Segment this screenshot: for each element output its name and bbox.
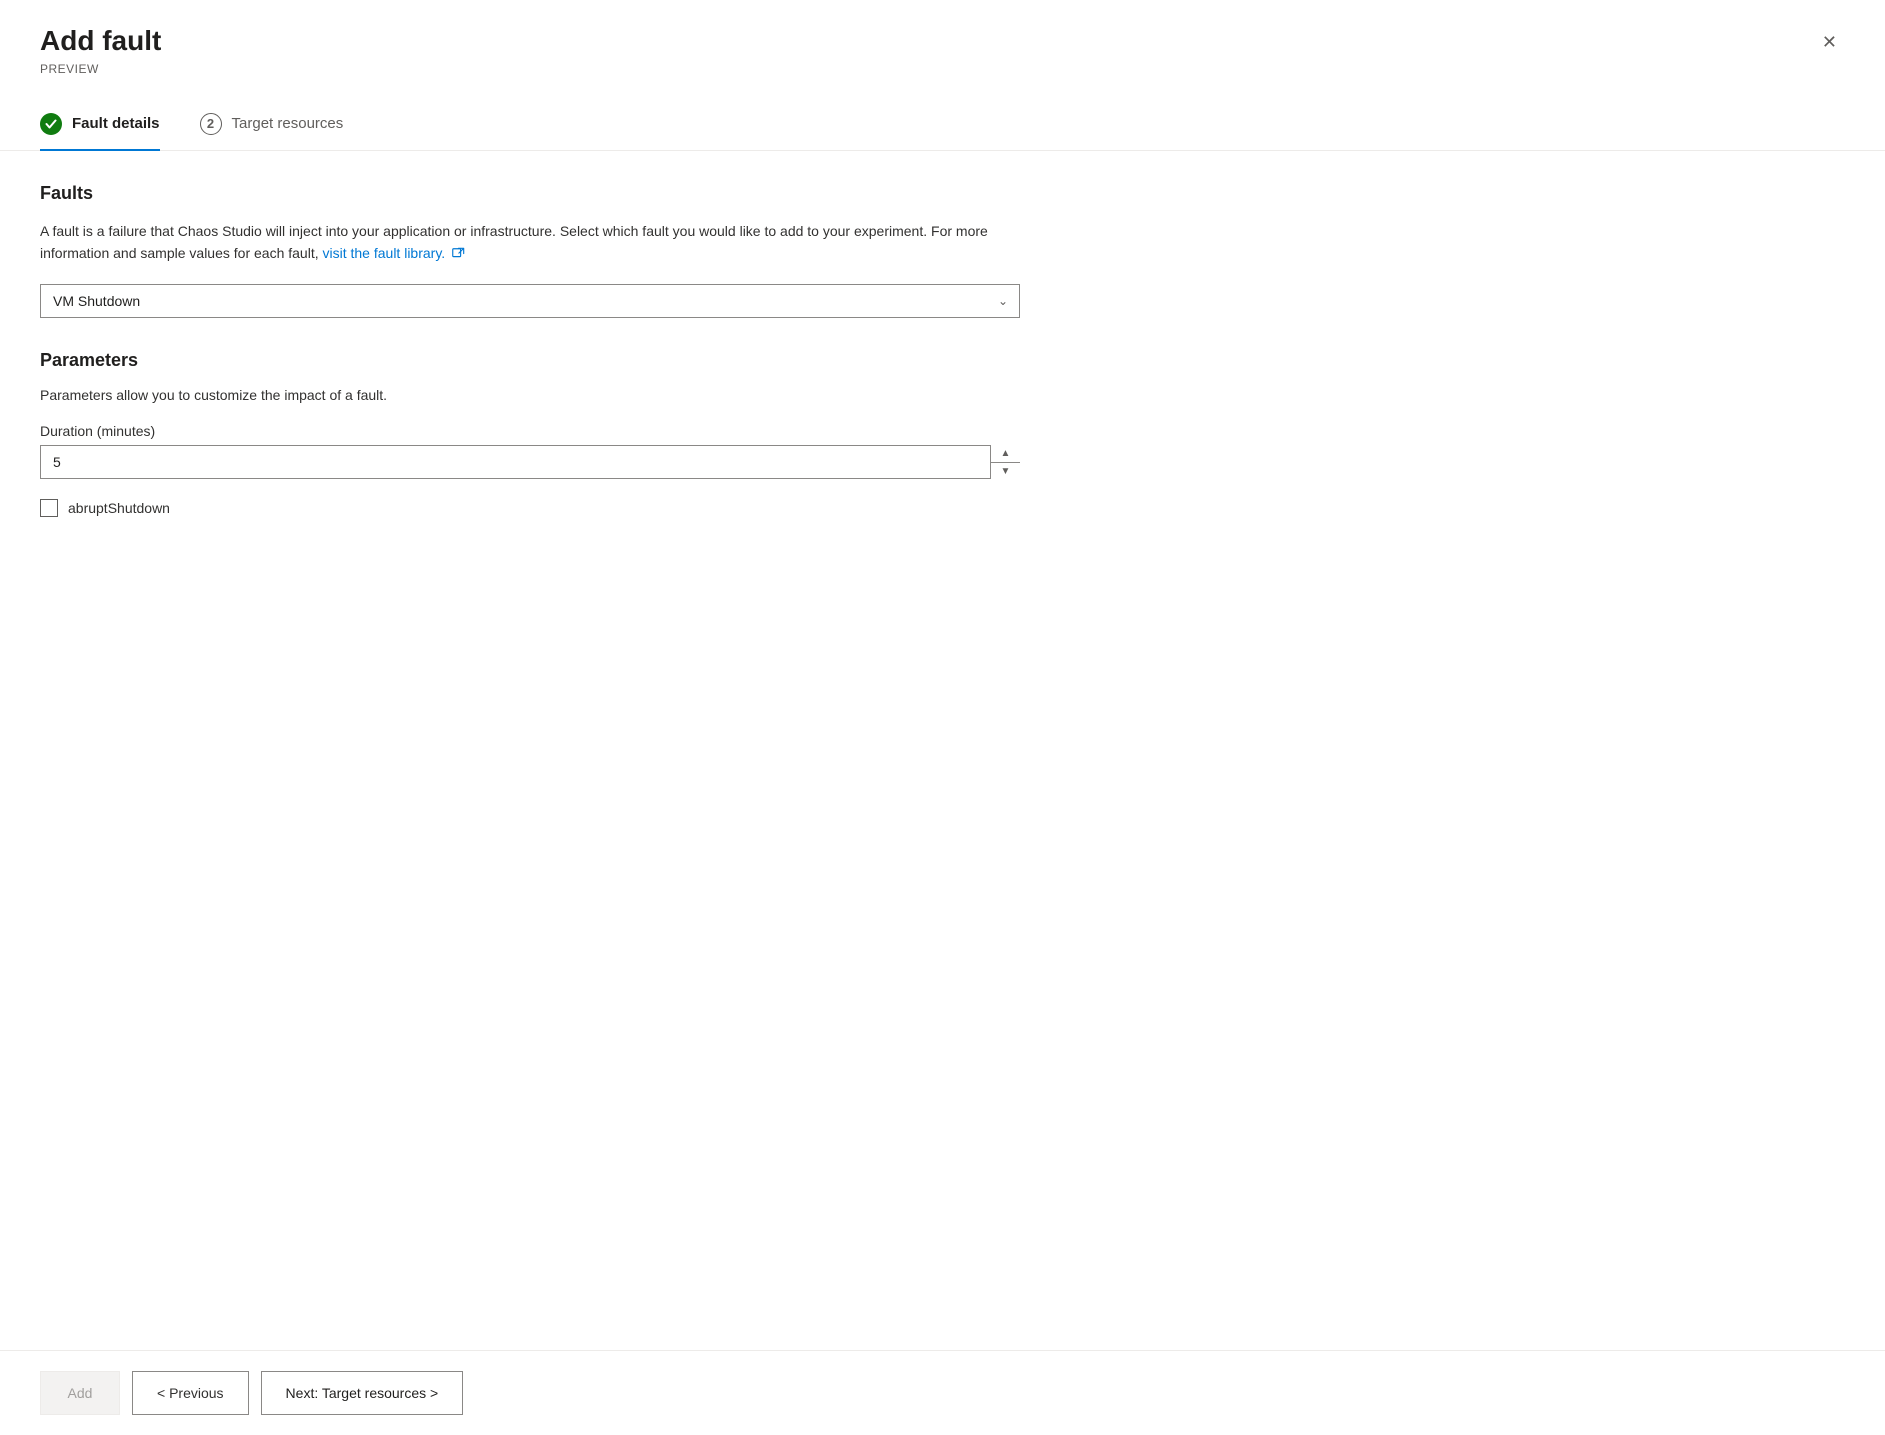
tab-fault-details-label: Fault details (72, 115, 160, 132)
abrupt-shutdown-checkbox[interactable] (40, 499, 58, 517)
close-button[interactable]: ✕ (1814, 28, 1845, 57)
parameters-section-title: Parameters (40, 350, 1845, 371)
step-circle-fault-details (40, 113, 62, 135)
spin-buttons: ▲ ▼ (990, 445, 1020, 479)
panel-title: Add fault (40, 24, 161, 58)
previous-button[interactable]: < Previous (132, 1371, 249, 1415)
duration-input-wrapper: ▲ ▼ (40, 445, 1020, 479)
panel-subtitle: PREVIEW (40, 62, 161, 76)
tab-target-resources-label: Target resources (232, 115, 344, 132)
fault-dropdown-wrapper: VM Shutdown CPU Pressure Memory Pressure… (40, 284, 1020, 318)
content-area: Faults A fault is a failure that Chaos S… (0, 151, 1885, 1350)
abrupt-shutdown-label[interactable]: abruptShutdown (68, 500, 170, 516)
param-description-text: Parameters allow you to customize the im… (40, 387, 1845, 403)
fault-selector-container: VM Shutdown CPU Pressure Memory Pressure… (40, 284, 1020, 318)
faults-section: Faults A fault is a failure that Chaos S… (40, 183, 1845, 319)
faults-section-title: Faults (40, 183, 1845, 204)
fault-dropdown[interactable]: VM Shutdown CPU Pressure Memory Pressure… (40, 284, 1020, 318)
add-button[interactable]: Add (40, 1371, 120, 1415)
duration-input[interactable] (40, 445, 1020, 479)
tabs-container: Fault details 2 Target resources (0, 92, 1885, 151)
tab-target-resources[interactable]: 2 Target resources (200, 113, 344, 151)
abrupt-shutdown-container: abruptShutdown (40, 499, 1845, 517)
checkmark-icon (45, 118, 57, 130)
panel-footer: Add < Previous Next: Target resources > (0, 1350, 1885, 1435)
tab-fault-details[interactable]: Fault details (40, 113, 160, 151)
faults-description: A fault is a failure that Chaos Studio w… (40, 220, 1020, 265)
duration-label: Duration (minutes) (40, 423, 1845, 439)
step-number-target: 2 (207, 116, 214, 131)
spin-up-button[interactable]: ▲ (991, 445, 1020, 463)
title-group: Add fault PREVIEW (40, 24, 161, 76)
step-circle-target-resources: 2 (200, 113, 222, 135)
next-button[interactable]: Next: Target resources > (261, 1371, 464, 1415)
duration-field-container: Duration (minutes) ▲ ▼ (40, 423, 1845, 479)
parameters-section: Parameters Parameters allow you to custo… (40, 350, 1845, 517)
faults-description-text: A fault is a failure that Chaos Studio w… (40, 223, 988, 261)
external-link-icon (451, 247, 465, 261)
fault-library-link[interactable]: visit the fault library. (323, 245, 466, 261)
spin-down-button[interactable]: ▼ (991, 463, 1020, 480)
add-fault-panel: Add fault PREVIEW ✕ Fault details 2 Targ… (0, 0, 1885, 1435)
panel-header: Add fault PREVIEW ✕ (0, 0, 1885, 76)
